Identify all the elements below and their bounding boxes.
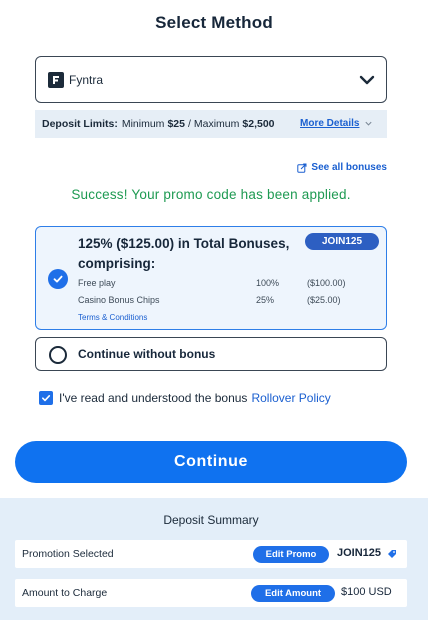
selected-check-icon: [48, 269, 68, 289]
bonus-title: 125% ($125.00) in Total Bonuses, compris…: [78, 236, 290, 271]
max-label: Maximum: [193, 118, 240, 130]
deposit-summary: Deposit Summary Promotion Selected Edit …: [0, 498, 428, 620]
chevron-down-icon[interactable]: [364, 119, 373, 128]
amount-summary-row: Amount to Charge Edit Amount $100 USD: [15, 579, 407, 607]
min-label: Minimum: [121, 118, 165, 130]
max-value: $2,500: [242, 118, 275, 130]
page-title: Select Method: [155, 13, 273, 32]
promo-code-badge: JOIN125: [305, 233, 379, 250]
tag-icon: [388, 550, 396, 558]
rollover-policy-link[interactable]: Rollover Policy: [251, 391, 330, 405]
bonus-row-name: Casino Bonus Chips: [78, 295, 160, 305]
bonus-row: Free play 100% ($100.00): [78, 278, 378, 290]
bonus-row-percent: 25%: [256, 295, 275, 305]
continue-button[interactable]: Continue: [15, 441, 407, 483]
payment-method-select[interactable]: Fyntra: [35, 56, 387, 103]
amount-label: Amount to Charge: [22, 587, 108, 599]
chevron-down-icon: [359, 75, 375, 85]
promotion-label: Promotion Selected: [22, 548, 114, 560]
promo-success-message: Success! Your promo code has been applie…: [71, 187, 351, 202]
edit-amount-button[interactable]: Edit Amount: [251, 585, 335, 602]
payment-method-name: Fyntra: [69, 72, 104, 87]
more-details-link[interactable]: More Details: [300, 118, 359, 129]
no-bonus-label: Continue without bonus: [78, 347, 216, 361]
limits-separator: /: [187, 118, 191, 130]
radio-unselected-icon[interactable]: [49, 346, 67, 364]
edit-promo-button[interactable]: Edit Promo: [253, 546, 329, 563]
promotion-summary-row: Promotion Selected Edit Promo JOIN125: [15, 540, 407, 568]
bonus-row-name: Free play: [78, 278, 116, 288]
amount-value: $100 USD: [341, 586, 392, 598]
promotion-value: JOIN125: [337, 547, 382, 559]
bonus-row-amount: ($25.00): [307, 295, 341, 305]
bonus-row-percent: 100%: [256, 278, 280, 288]
min-value: $25: [167, 118, 185, 130]
see-all-bonuses-link[interactable]: See all bonuses: [297, 162, 387, 173]
deposit-summary-title: Deposit Summary: [163, 513, 259, 527]
rollover-agreement: I've read and understood the bonus Rollo…: [39, 391, 331, 405]
deposit-limits-label: Deposit Limits:: [42, 118, 118, 130]
terms-conditions-link[interactable]: Terms & Conditions: [78, 313, 147, 322]
rollover-text: I've read and understood the bonus: [59, 391, 248, 405]
deposit-limits: Deposit Limits: Minimum $25 / Maximum $2…: [35, 110, 387, 138]
see-all-bonuses-label: See all bonuses: [311, 162, 387, 173]
no-bonus-option[interactable]: Continue without bonus: [35, 337, 387, 371]
fyntra-logo-icon: [48, 71, 64, 88]
bonus-row: Casino Bonus Chips 25% ($25.00): [78, 295, 378, 307]
bonus-row-amount: ($100.00): [307, 278, 346, 288]
rollover-checkbox[interactable]: [39, 391, 53, 405]
bonus-option-card[interactable]: 125% ($125.00) in Total Bonuses, compris…: [35, 226, 387, 330]
external-link-icon: [297, 163, 307, 173]
